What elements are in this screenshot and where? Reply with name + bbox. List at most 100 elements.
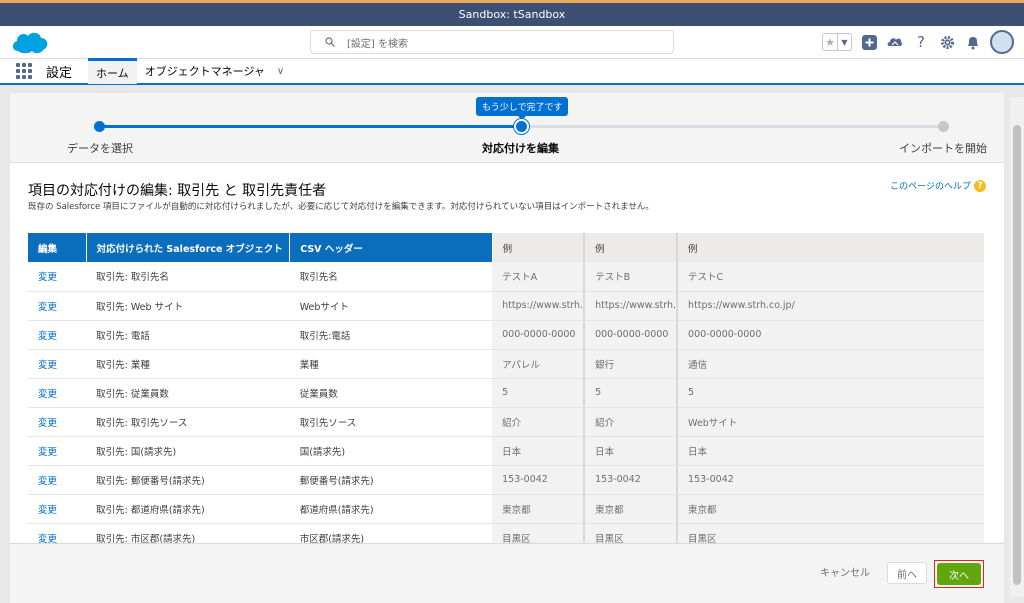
field-mapping-table: 編集 対応付けられた Salesforce オブジェクト CSV ヘッダー 例 … bbox=[28, 233, 984, 543]
table-row: 変更 取引先: 国(請求先) 国(請求先) 日本 日本 日本 bbox=[28, 436, 984, 466]
previous-button-label: 前へ bbox=[897, 569, 917, 581]
example-cell: 東京都 bbox=[583, 494, 678, 524]
mapped-object-cell: 取引先: 従業員数 bbox=[86, 378, 290, 408]
table-row: 変更 取引先: 取引先名 取引先名 テストA テストB テストC bbox=[28, 262, 984, 292]
cancel-button[interactable]: キャンセル bbox=[820, 564, 870, 579]
example-cell: 東京都 bbox=[492, 494, 585, 524]
table-row: 変更 取引先: 取引先ソース 取引先ソース 紹介 紹介 Webサイト bbox=[28, 407, 984, 437]
header-icon-group: ★ ▼ ? bbox=[822, 30, 1014, 54]
favorites-control[interactable]: ★ ▼ bbox=[822, 33, 852, 51]
app-navigation-bar: 設定 ホーム オブジェクトマネージャ ∨ bbox=[0, 58, 1024, 85]
progress-tooltip: もう少しで完了です bbox=[476, 97, 569, 120]
change-link[interactable]: 変更 bbox=[28, 465, 87, 495]
favorites-dropdown-icon[interactable]: ▼ bbox=[837, 34, 851, 50]
progress-step-3-marker bbox=[938, 121, 949, 132]
example-cell: 日本 bbox=[492, 436, 585, 466]
setup-gear-icon[interactable] bbox=[938, 33, 956, 51]
change-link[interactable]: 変更 bbox=[28, 262, 87, 292]
csv-header-cell: 国(請求先) bbox=[289, 436, 493, 466]
table-header-row: 編集 対応付けられた Salesforce オブジェクト CSV ヘッダー 例 … bbox=[28, 233, 984, 262]
change-link[interactable]: 変更 bbox=[28, 436, 87, 466]
csv-header-cell: 取引先ソース bbox=[289, 407, 493, 437]
add-icon[interactable] bbox=[860, 33, 878, 51]
change-link[interactable]: 変更 bbox=[28, 349, 87, 379]
salesforce-logo-icon[interactable] bbox=[10, 29, 50, 56]
example-cell: 目黒区 bbox=[583, 523, 678, 543]
col-header-edit: 編集 bbox=[28, 233, 87, 262]
help-link[interactable]: このページのヘルプ ? bbox=[890, 179, 986, 192]
tab-home[interactable]: ホーム bbox=[88, 58, 137, 84]
change-link[interactable]: 変更 bbox=[28, 291, 87, 321]
field-mapping-table-container[interactable]: 編集 対応付けられた Salesforce オブジェクト CSV ヘッダー 例 … bbox=[28, 233, 984, 543]
example-cell: Webサイト bbox=[676, 407, 984, 437]
example-cell: 5 bbox=[676, 378, 984, 408]
example-cell: 153-0042 bbox=[492, 465, 585, 495]
col-header-example-1: 例 bbox=[492, 233, 585, 262]
table-row: 変更 取引先: 郵便番号(請求先) 郵便番号(請求先) 153-0042 153-004… bbox=[28, 465, 984, 495]
csv-header-cell: 業種 bbox=[289, 349, 493, 379]
mapped-object-cell: 取引先: Web サイト bbox=[86, 291, 290, 321]
help-link-label[interactable]: このページのヘルプ bbox=[890, 179, 971, 192]
mapped-object-cell: 取引先: 業種 bbox=[86, 349, 290, 379]
trailhead-icon[interactable] bbox=[886, 33, 904, 51]
col-header-example-2: 例 bbox=[583, 233, 678, 262]
page-description: 既存の Salesforce 項目にファイルが自動的に対応付けられましたが、必要… bbox=[28, 202, 654, 212]
change-link[interactable]: 変更 bbox=[28, 407, 87, 437]
change-link[interactable]: 変更 bbox=[28, 523, 87, 543]
change-link[interactable]: 変更 bbox=[28, 378, 87, 408]
progress-step-2-marker bbox=[516, 121, 527, 132]
example-cell: https://www.strh. bbox=[583, 291, 678, 321]
csv-header-cell: 郵便番号(請求先) bbox=[289, 465, 493, 495]
search-placeholder: [設定] を検索 bbox=[347, 38, 408, 50]
col-header-mapped-object: 対応付けられた Salesforce オブジェクト bbox=[86, 233, 291, 262]
sandbox-banner: Sandbox: tSandbox bbox=[0, 0, 1024, 26]
avatar[interactable] bbox=[990, 30, 1014, 54]
example-cell: 日本 bbox=[676, 436, 984, 466]
previous-button[interactable]: 前へ bbox=[887, 562, 927, 584]
change-link[interactable]: 変更 bbox=[28, 494, 87, 524]
page-scrollbar[interactable] bbox=[1010, 97, 1024, 597]
csv-header-cell: 市区郡(請求先) bbox=[289, 523, 493, 543]
example-cell: 5 bbox=[492, 378, 585, 408]
mapped-object-cell: 取引先: 市区郡(請求先) bbox=[86, 523, 290, 543]
example-cell: 153-0042 bbox=[583, 465, 678, 495]
example-cell: 通信 bbox=[676, 349, 984, 379]
tab-object-manager[interactable]: オブジェクトマネージャ ∨ bbox=[137, 58, 293, 84]
progress-track-fill bbox=[99, 125, 521, 128]
help-icon[interactable]: ? bbox=[912, 33, 930, 51]
progress-indicator: もう少しで完了です データを選択 対応付けを編集 インポートを開始 bbox=[10, 93, 1004, 163]
table-row: 変更 取引先: 従業員数 従業員数 5 5 5 bbox=[28, 378, 984, 408]
progress-step-3-label: インポートを開始 bbox=[899, 142, 987, 155]
example-cell: 紹介 bbox=[583, 407, 678, 437]
example-cell: テストB bbox=[583, 262, 678, 292]
example-cell: アパレル bbox=[492, 349, 585, 379]
example-cell: 日本 bbox=[583, 436, 678, 466]
import-wizard-card: もう少しで完了です データを選択 対応付けを編集 インポートを開始 項目の対応付… bbox=[10, 93, 1004, 603]
favorites-star-icon[interactable]: ★ bbox=[823, 34, 837, 50]
csv-header-cell: 都道府県(請求先) bbox=[289, 494, 493, 524]
chevron-down-icon[interactable]: ∨ bbox=[277, 66, 284, 77]
help-question-icon[interactable]: ? bbox=[974, 179, 986, 192]
notification-bell-icon[interactable] bbox=[964, 33, 982, 51]
csv-header-cell: 従業員数 bbox=[289, 378, 493, 408]
csv-header-cell: 取引先名 bbox=[289, 262, 493, 292]
global-search-input[interactable]: [設定] を検索 bbox=[310, 30, 674, 54]
scrollbar-thumb[interactable] bbox=[1013, 125, 1021, 585]
change-link[interactable]: 変更 bbox=[28, 320, 87, 350]
search-icon bbox=[325, 37, 335, 47]
mapped-object-cell: 取引先: 電話 bbox=[86, 320, 290, 350]
example-cell: https://www.strh. bbox=[492, 291, 585, 321]
example-cell: テストC bbox=[676, 262, 984, 292]
table-row: 変更 取引先: Web サイト Webサイト https://www.strh. htt… bbox=[28, 291, 984, 321]
table-row: 変更 取引先: 業種 業種 アパレル 銀行 通信 bbox=[28, 349, 984, 379]
progress-step-1-label: データを選択 bbox=[67, 142, 133, 155]
next-button[interactable]: 次へ bbox=[937, 563, 981, 585]
example-cell: 目黒区 bbox=[492, 523, 585, 543]
mapped-object-cell: 取引先: 都道府県(請求先) bbox=[86, 494, 290, 524]
next-button-highlight: 次へ bbox=[934, 560, 984, 588]
mapped-object-cell: 取引先: 国(請求先) bbox=[86, 436, 290, 466]
example-cell: 153-0042 bbox=[676, 465, 984, 495]
app-launcher-icon[interactable] bbox=[16, 63, 32, 79]
example-cell: https://www.strh.co.jp/ bbox=[676, 291, 984, 321]
example-cell: テストA bbox=[492, 262, 585, 292]
